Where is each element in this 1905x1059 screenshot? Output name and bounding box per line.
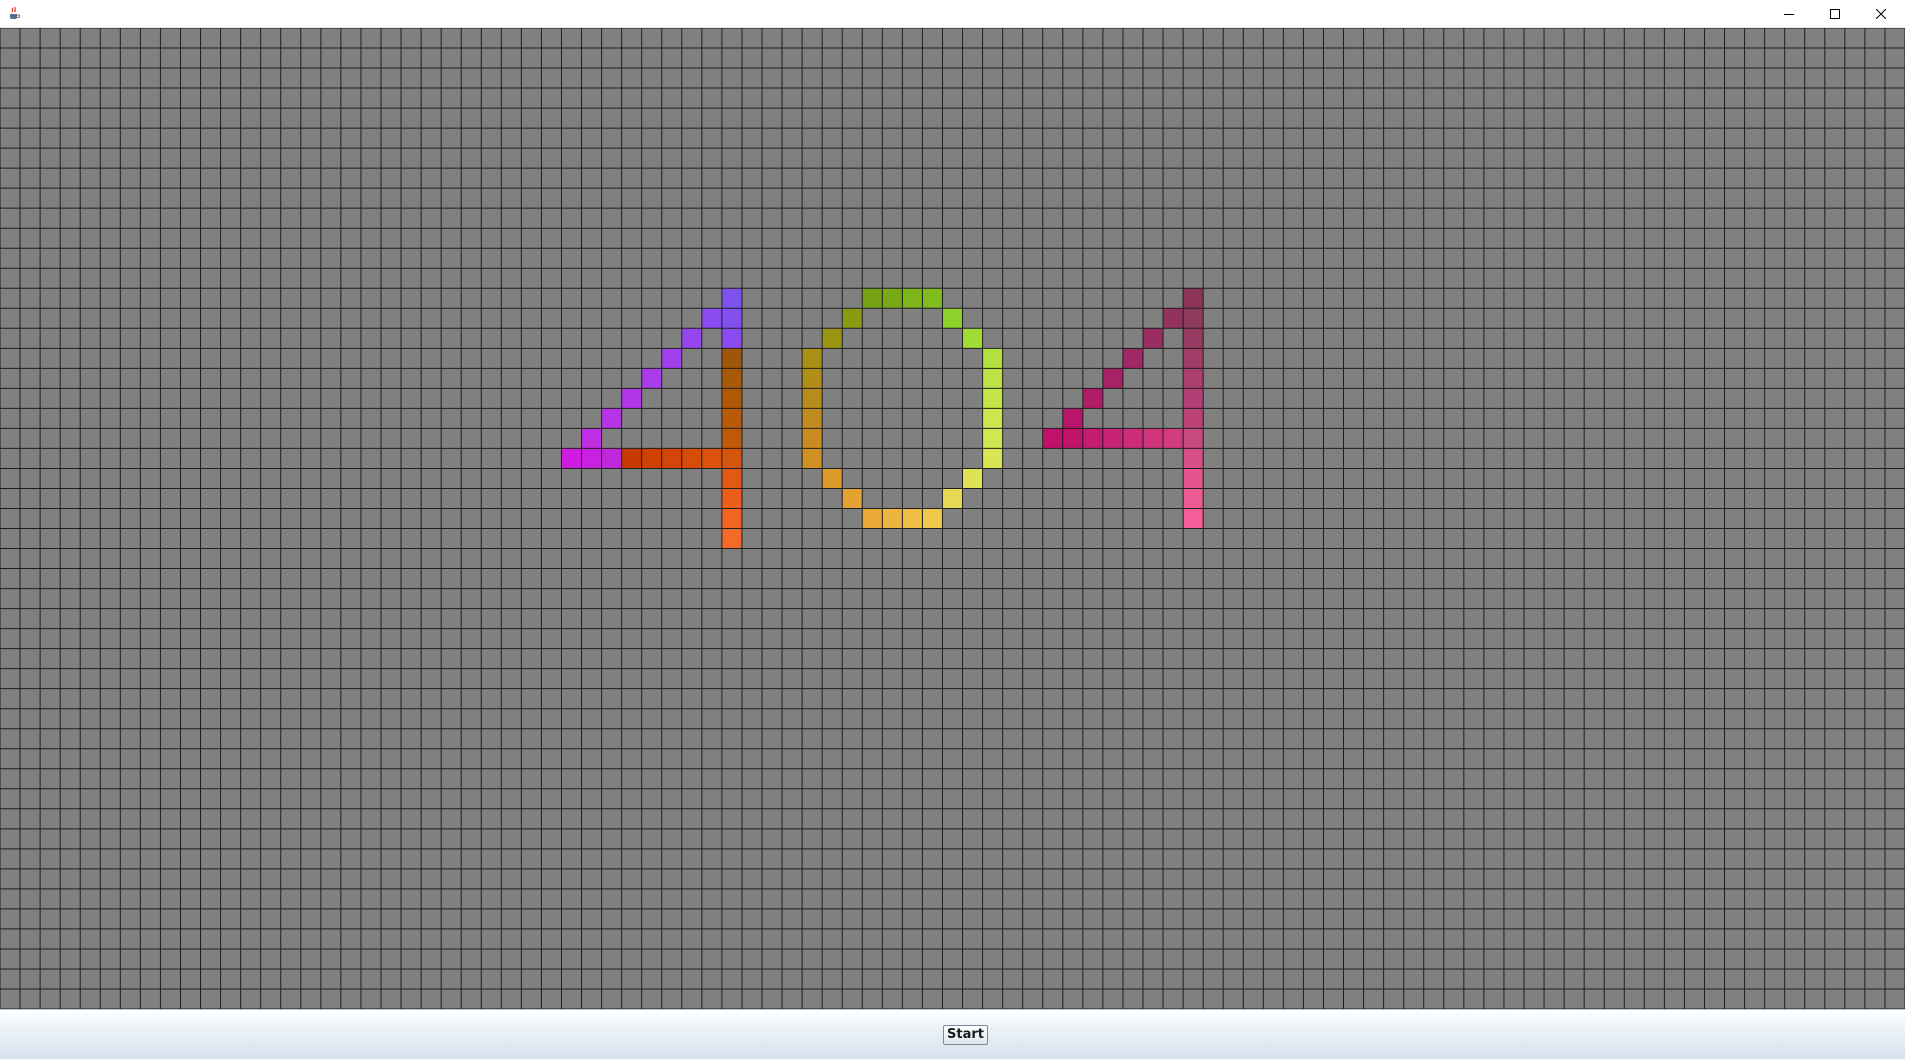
grid-cell-colored[interactable] — [1183, 388, 1204, 409]
grid-cell-colored[interactable] — [882, 508, 903, 529]
grid-cell-colored[interactable] — [1183, 328, 1204, 349]
grid-cell-colored[interactable] — [822, 468, 843, 489]
grid-cell-colored[interactable] — [701, 308, 722, 329]
grid-cell-colored[interactable] — [842, 488, 863, 509]
grid-cell-colored[interactable] — [721, 428, 742, 449]
maximize-button[interactable] — [1812, 0, 1858, 28]
grid-cell-colored[interactable] — [581, 448, 602, 469]
grid-cell-colored[interactable] — [1082, 388, 1103, 409]
grid-cell-colored[interactable] — [802, 448, 823, 469]
grid-cell-colored[interactable] — [802, 428, 823, 449]
grid-cell-colored[interactable] — [1062, 408, 1083, 429]
grid-cell-colored[interactable] — [721, 368, 742, 389]
grid-cell-colored[interactable] — [721, 508, 742, 529]
grid-cell-colored[interactable] — [641, 448, 662, 469]
grid-cell-colored[interactable] — [1102, 428, 1123, 449]
grid-cell-colored[interactable] — [641, 368, 662, 389]
grid-cell-colored[interactable] — [882, 288, 903, 309]
grid-cell-colored[interactable] — [1183, 368, 1204, 389]
grid-cell-colored[interactable] — [1082, 428, 1103, 449]
grid-cell-colored[interactable] — [1183, 508, 1204, 529]
grid-cell-colored[interactable] — [1183, 488, 1204, 509]
pixel-grid-canvas[interactable] — [0, 28, 1905, 1009]
grid-cell-colored[interactable] — [822, 328, 843, 349]
grid-cell-colored[interactable] — [1183, 408, 1204, 429]
grid-cell-colored[interactable] — [922, 508, 943, 529]
control-panel: Start — [0, 1009, 1905, 1059]
grid-cell-colored[interactable] — [1183, 348, 1204, 369]
grid-cell-colored[interactable] — [1183, 308, 1204, 329]
grid-cell-colored[interactable] — [862, 508, 883, 529]
grid-cell-colored[interactable] — [982, 388, 1003, 409]
grid-cell-colored[interactable] — [1163, 428, 1184, 449]
grid-cell-colored[interactable] — [721, 488, 742, 509]
close-button[interactable] — [1858, 0, 1904, 28]
grid-cell-colored[interactable] — [721, 308, 742, 329]
title-bar[interactable] — [0, 0, 1905, 28]
grid-background — [0, 28, 1905, 1009]
grid-cell-colored[interactable] — [922, 288, 943, 309]
grid-cell-colored[interactable] — [982, 428, 1003, 449]
grid-cell-colored[interactable] — [601, 408, 622, 429]
maximize-icon — [1830, 9, 1840, 19]
grid-cell-colored[interactable] — [1062, 428, 1083, 449]
grid-cell-colored[interactable] — [721, 448, 742, 469]
grid-cell-colored[interactable] — [902, 508, 923, 529]
grid-cell-colored[interactable] — [802, 368, 823, 389]
close-icon — [1876, 9, 1886, 19]
grid-cell-colored[interactable] — [842, 308, 863, 329]
grid-cell-colored[interactable] — [982, 408, 1003, 429]
grid-cell-colored[interactable] — [902, 288, 923, 309]
grid-cell-colored[interactable] — [721, 288, 742, 309]
grid-cell-colored[interactable] — [802, 388, 823, 409]
grid-cell-colored[interactable] — [1163, 308, 1184, 329]
grid-cell-colored[interactable] — [942, 308, 963, 329]
grid-cell-colored[interactable] — [661, 448, 682, 469]
grid-cell-colored[interactable] — [1102, 368, 1123, 389]
grid-cell-colored[interactable] — [1143, 428, 1164, 449]
grid-cell-colored[interactable] — [581, 428, 602, 449]
grid-cell-colored[interactable] — [1143, 328, 1164, 349]
grid-cell-colored[interactable] — [1183, 288, 1204, 309]
minimize-icon — [1784, 14, 1794, 15]
java-cup-icon — [7, 6, 21, 20]
start-button[interactable]: Start — [943, 1025, 988, 1045]
grid-cell-colored[interactable] — [661, 348, 682, 369]
grid-cell-colored[interactable] — [982, 448, 1003, 469]
grid-cell-colored[interactable] — [802, 408, 823, 429]
grid-cell-colored[interactable] — [561, 448, 582, 469]
grid-cell-colored[interactable] — [862, 288, 883, 309]
grid-cell-colored[interactable] — [701, 448, 722, 469]
minimize-button[interactable] — [1766, 0, 1812, 28]
grid-cell-colored[interactable] — [721, 468, 742, 489]
grid-cell-colored[interactable] — [802, 348, 823, 369]
grid-cell-colored[interactable] — [681, 328, 702, 349]
grid-cell-colored[interactable] — [721, 388, 742, 409]
grid-cell-colored[interactable] — [982, 368, 1003, 389]
grid-cell-colored[interactable] — [681, 448, 702, 469]
grid-cell-colored[interactable] — [1183, 468, 1204, 489]
grid-cell-colored[interactable] — [962, 328, 983, 349]
grid-cell-colored[interactable] — [721, 408, 742, 429]
grid-cell-colored[interactable] — [942, 488, 963, 509]
grid-cell-colored[interactable] — [1122, 348, 1143, 369]
grid-cell-colored[interactable] — [721, 348, 742, 369]
grid-cell-colored[interactable] — [1122, 428, 1143, 449]
grid-cell-colored[interactable] — [601, 448, 622, 469]
grid-cell-colored[interactable] — [1042, 428, 1063, 449]
grid-cell-colored[interactable] — [1183, 428, 1204, 449]
grid-cell-colored[interactable] — [962, 468, 983, 489]
grid-cell-colored[interactable] — [721, 328, 742, 349]
grid-cell-colored[interactable] — [621, 448, 642, 469]
grid-cell-colored[interactable] — [982, 348, 1003, 369]
grid-cell-colored[interactable] — [1183, 448, 1204, 469]
grid-cell-colored[interactable] — [621, 388, 642, 409]
grid-cell-colored[interactable] — [721, 528, 742, 549]
